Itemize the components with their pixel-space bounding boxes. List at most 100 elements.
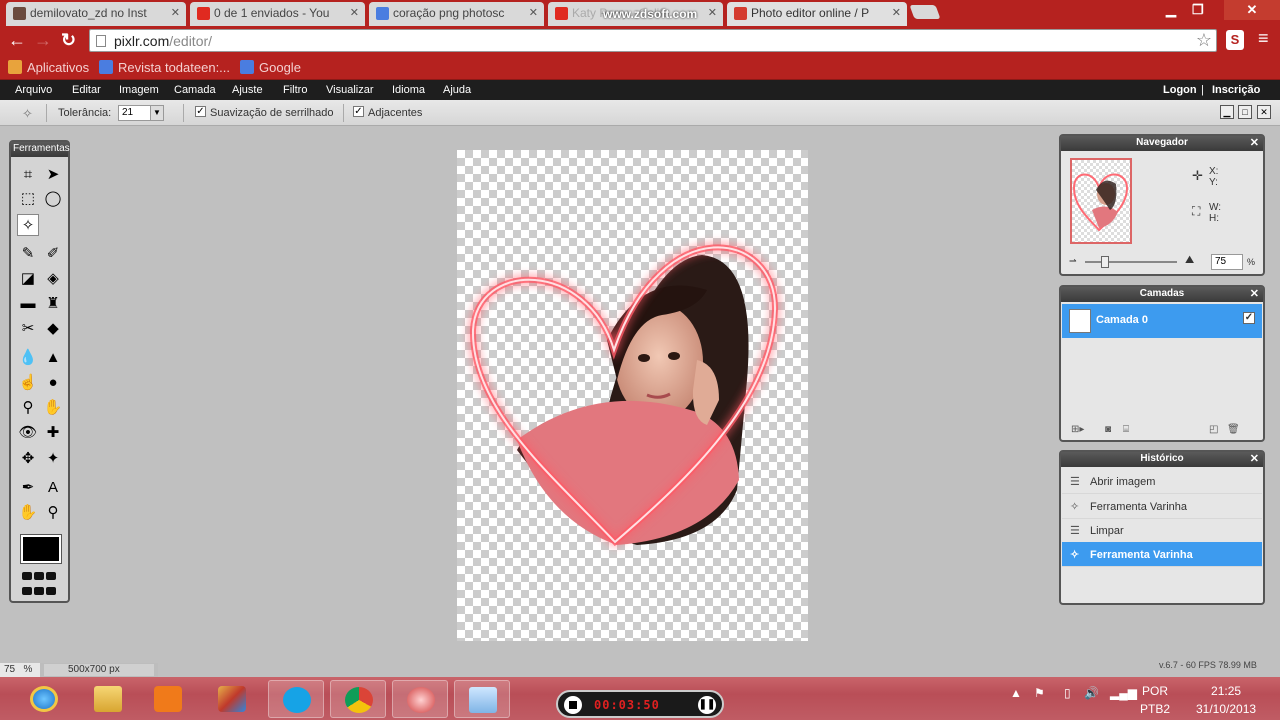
layer-item[interactable]: Camada 0 ✓: [1062, 304, 1262, 338]
delete-layer-icon[interactable]: 🗑: [1227, 424, 1240, 435]
browser-tab[interactable]: coração png photosc ✕: [369, 2, 544, 26]
new-tab-button[interactable]: [909, 5, 941, 19]
close-icon[interactable]: ✕: [1250, 287, 1259, 301]
close-icon[interactable]: ✕: [1250, 452, 1259, 466]
pinch-icon[interactable]: ✦: [42, 448, 64, 470]
menu-imagem[interactable]: Imagem: [119, 84, 159, 96]
layer-mask-icon[interactable]: ◙: [1105, 424, 1111, 435]
history-item[interactable]: ☰ Limpar: [1062, 518, 1262, 543]
tolerance-select[interactable]: 21 ▼: [118, 105, 164, 121]
zoom-slider-handle[interactable]: [1101, 256, 1109, 268]
sponge-icon[interactable]: ●: [42, 372, 64, 394]
hand-icon[interactable]: ✋: [17, 502, 39, 524]
login-link[interactable]: Logon: [1163, 84, 1197, 96]
browser-tab[interactable]: demilovato_zd no Inst ✕: [6, 2, 186, 26]
history-item[interactable]: ☰ Abrir imagem: [1062, 469, 1262, 494]
bookmark-google[interactable]: Google: [240, 60, 301, 75]
internet-explorer-icon[interactable]: [16, 680, 72, 718]
forward-icon[interactable]: →: [34, 30, 52, 51]
contiguous-checkbox[interactable]: ✓: [353, 106, 364, 117]
browser-menu-icon[interactable]: ≡: [1258, 28, 1269, 49]
smudge-icon[interactable]: ☝: [17, 372, 39, 394]
layer-visibility-checkbox[interactable]: ✓: [1243, 312, 1255, 324]
bookmark-revista[interactable]: Revista todateen:...: [99, 60, 230, 75]
zoom-in-icon[interactable]: ⛰: [1185, 254, 1194, 267]
navigator-thumbnail[interactable]: [1070, 158, 1132, 244]
flag-icon[interactable]: ⚑: [1034, 686, 1045, 700]
close-icon[interactable]: ✕: [171, 6, 180, 19]
browser-tab[interactable]: 0 de 1 enviados - You ✕: [190, 2, 365, 26]
move-icon[interactable]: ➤: [42, 164, 64, 186]
menu-filtro[interactable]: Filtro: [283, 84, 307, 96]
menu-visualizar[interactable]: Visualizar: [326, 84, 374, 96]
color-picker-icon[interactable]: ✒: [17, 477, 39, 499]
file-explorer-icon[interactable]: [80, 680, 136, 718]
url-text[interactable]: pixlr.com/editor/: [114, 33, 212, 49]
color-replace-icon[interactable]: ✂: [17, 318, 39, 340]
zoom-icon[interactable]: ⚲: [42, 502, 64, 524]
red-eye-icon[interactable]: 👁: [17, 422, 39, 444]
chrome-icon[interactable]: [330, 680, 386, 718]
close-icon[interactable]: ✕: [892, 6, 901, 19]
pencil-icon[interactable]: ✎: [17, 243, 39, 265]
recorder-app-icon[interactable]: [392, 680, 448, 718]
network-icon[interactable]: ▂▄▆: [1110, 686, 1137, 700]
paint-bucket-icon[interactable]: ◈: [42, 268, 64, 290]
zoom-slider[interactable]: [1085, 261, 1177, 263]
chevron-down-icon[interactable]: ▼: [150, 106, 163, 120]
menu-arquivo[interactable]: Arquivo: [15, 84, 52, 96]
address-bar[interactable]: pixlr.com/editor/ ☆: [89, 29, 1217, 52]
status-zoom[interactable]: 75 %: [0, 663, 40, 677]
brush-icon[interactable]: ✐: [42, 243, 64, 265]
signup-link[interactable]: Inscrição: [1212, 84, 1260, 96]
window-close-icon[interactable]: ✕: [1224, 0, 1280, 20]
menu-camada[interactable]: Camada: [174, 84, 216, 96]
layer-settings-icon[interactable]: ⊞▸: [1071, 424, 1084, 435]
bookmark-apps[interactable]: Aplicativos: [8, 60, 89, 75]
close-icon[interactable]: ✕: [529, 6, 538, 19]
dodge-icon[interactable]: ⚲: [17, 397, 39, 419]
menu-ajuste[interactable]: Ajuste: [232, 84, 263, 96]
volume-icon[interactable]: 🔊: [1084, 686, 1099, 700]
battery-icon[interactable]: ▯: [1064, 686, 1071, 700]
new-layer-icon[interactable]: ◰: [1209, 424, 1218, 435]
type-icon[interactable]: A: [42, 477, 64, 499]
media-player-icon[interactable]: [140, 680, 196, 718]
minimize-icon[interactable]: ▁: [1220, 105, 1234, 119]
language-indicator[interactable]: POR PTB2: [1140, 682, 1170, 718]
spot-heal-icon[interactable]: ✚: [42, 422, 64, 444]
tray-expand-icon[interactable]: ▲: [1010, 686, 1022, 700]
notes-app-icon[interactable]: [454, 680, 510, 718]
gradient-icon[interactable]: ▬: [17, 293, 39, 315]
color-swatches-icon[interactable]: [21, 570, 61, 595]
layer-style-icon[interactable]: ⌸: [1123, 424, 1129, 435]
close-icon[interactable]: ✕: [708, 6, 717, 19]
marquee-icon[interactable]: ⬚: [17, 188, 39, 210]
menu-editar[interactable]: Editar: [72, 84, 101, 96]
crop-icon[interactable]: ⌗: [17, 164, 39, 186]
bloat-icon[interactable]: ✥: [17, 448, 39, 470]
eraser-icon[interactable]: ◪: [17, 268, 39, 290]
drawing-icon[interactable]: ◆: [42, 318, 64, 340]
foreground-color-swatch[interactable]: [20, 534, 62, 564]
pause-icon[interactable]: ❚❚: [698, 696, 716, 714]
paint-icon[interactable]: [204, 680, 260, 718]
skype-icon[interactable]: [268, 680, 324, 718]
history-item[interactable]: ✧ Ferramenta Varinha: [1062, 494, 1262, 519]
minimize-icon[interactable]: ▁: [1166, 2, 1176, 18]
burn-icon[interactable]: ✋: [42, 397, 64, 419]
extension-icon[interactable]: S: [1226, 30, 1244, 50]
browser-tab-active[interactable]: Photo editor online / P ✕: [727, 2, 907, 26]
close-icon[interactable]: ✕: [350, 6, 359, 19]
back-icon[interactable]: ←: [8, 30, 26, 51]
stop-icon[interactable]: [564, 696, 582, 714]
menu-idioma[interactable]: Idioma: [392, 84, 425, 96]
lasso-icon[interactable]: ◯: [42, 188, 64, 210]
restore-icon[interactable]: ❐: [1192, 2, 1204, 18]
zoom-out-icon[interactable]: ⇀: [1069, 256, 1077, 267]
blur-icon[interactable]: 💧: [17, 347, 39, 369]
close-icon[interactable]: ✕: [1250, 136, 1259, 150]
antialias-checkbox[interactable]: ✓: [195, 106, 206, 117]
history-item-active[interactable]: ✧ Ferramenta Varinha: [1062, 542, 1262, 567]
magic-wand-icon[interactable]: ✧: [17, 214, 39, 236]
